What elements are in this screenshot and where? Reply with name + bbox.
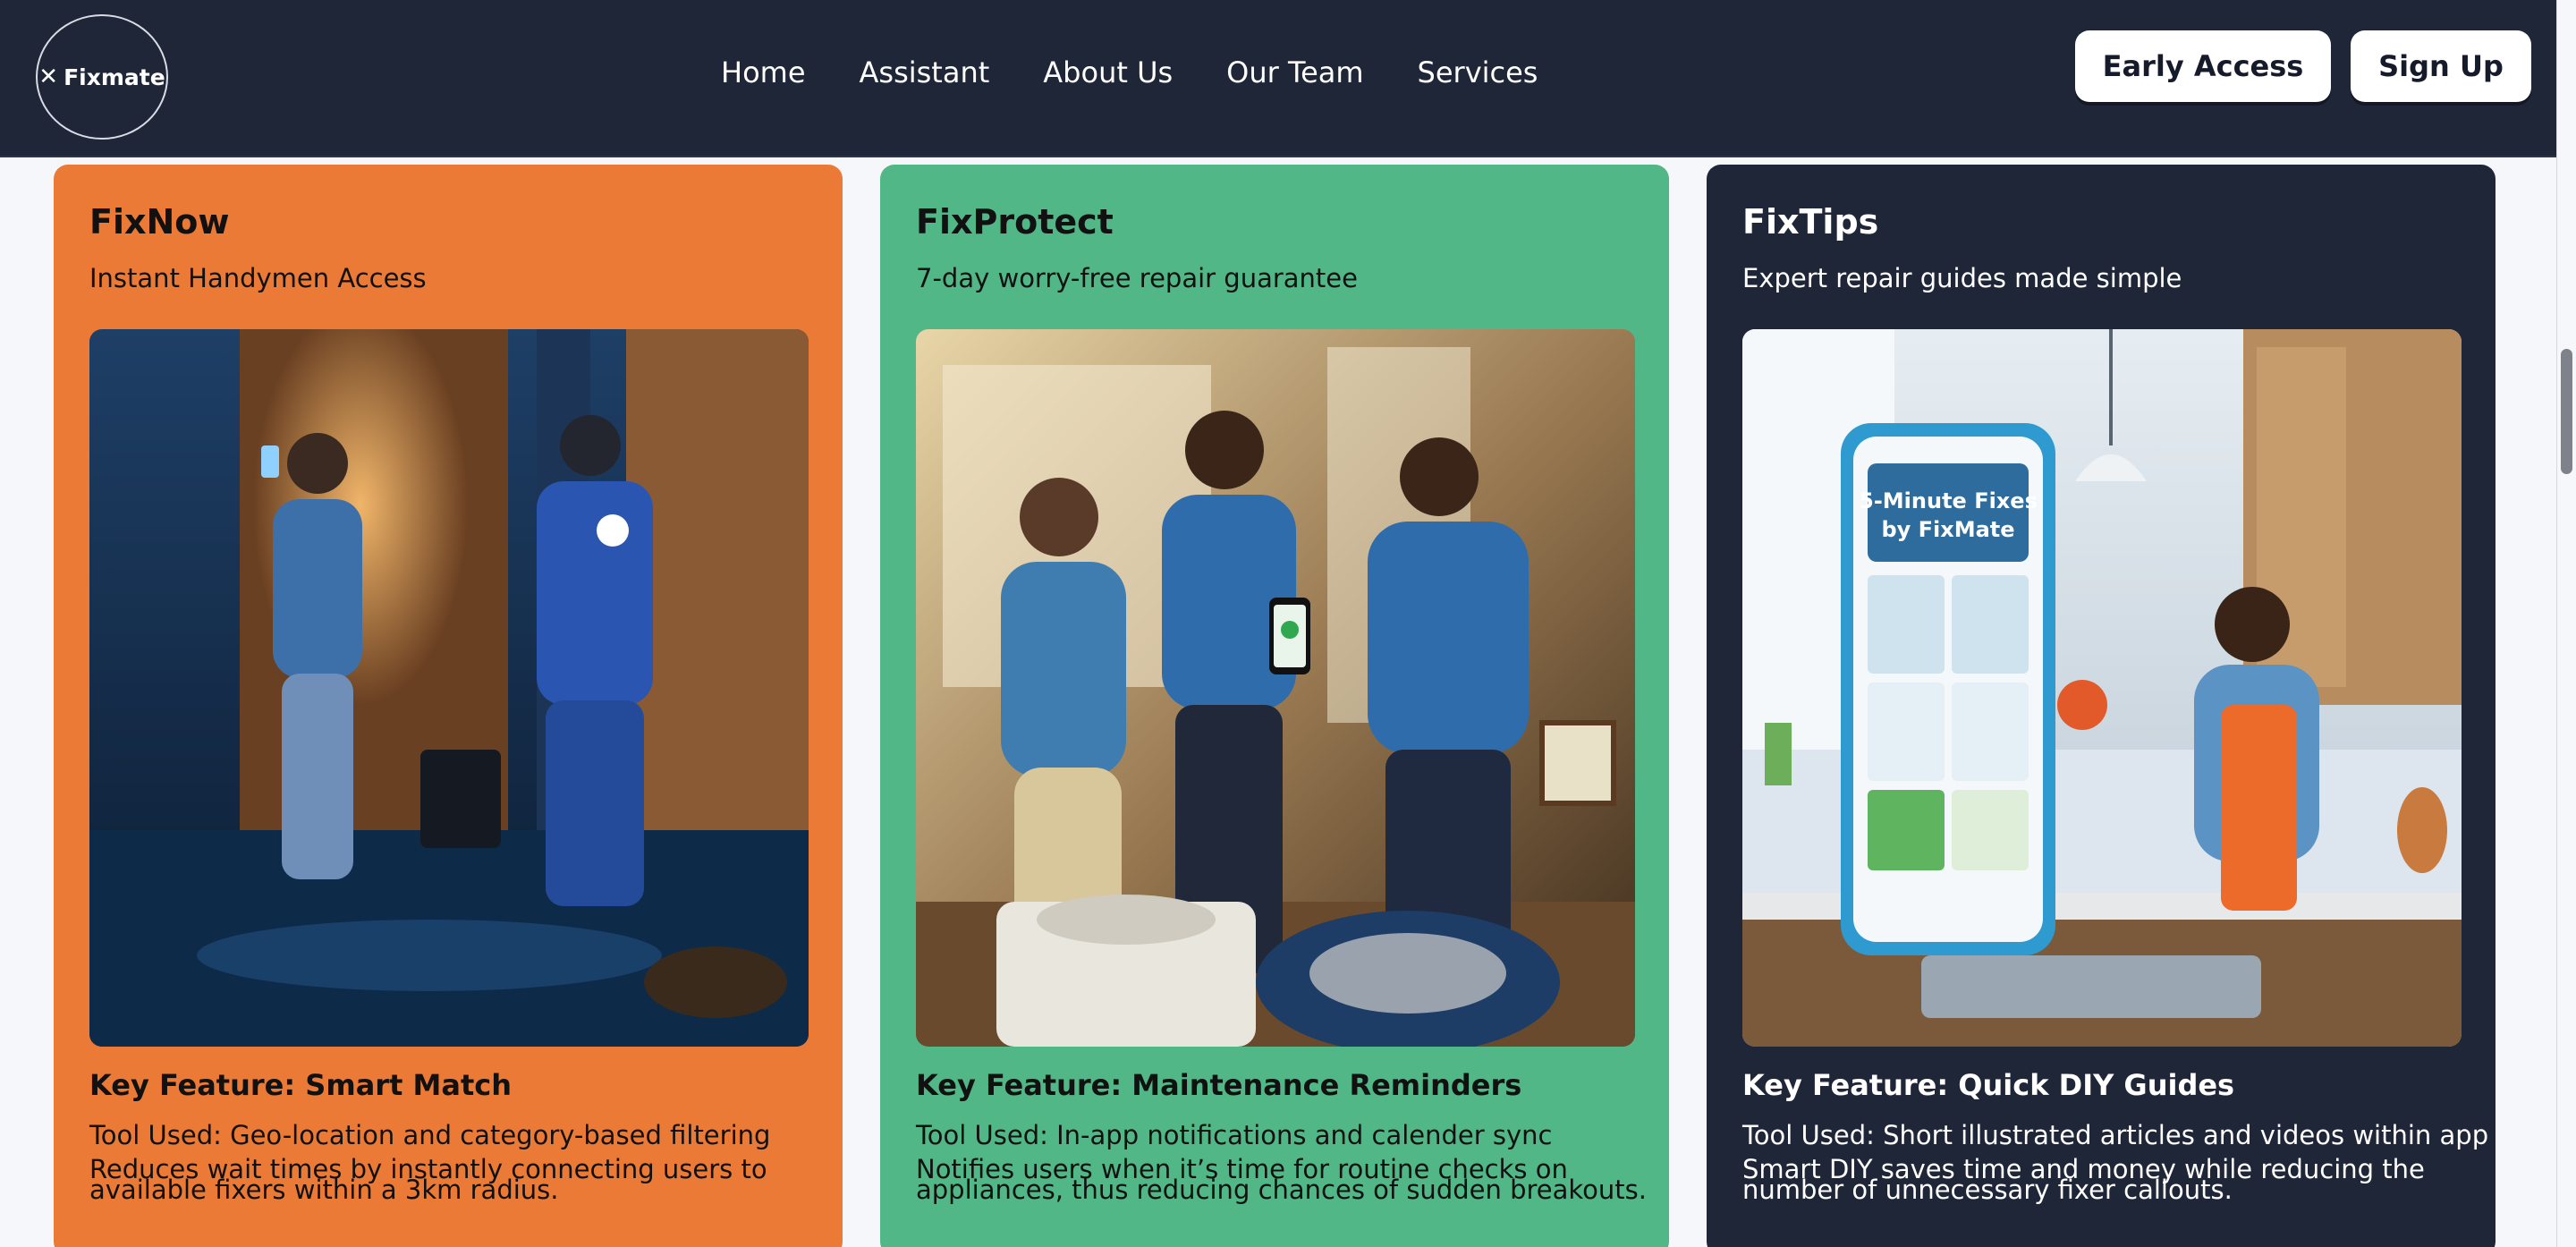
- feature-description: Reduces wait times by instantly connecti…: [89, 1154, 767, 1205]
- feature-description: Notifies users when it’s time for routin…: [916, 1154, 1647, 1205]
- logo-text: Fixmate: [64, 64, 165, 90]
- navbar: ✕ Fixmate Home Assistant About Us Our Te…: [0, 0, 2556, 157]
- feature-title: Key Feature: Maintenance Reminders: [916, 1068, 1522, 1102]
- card-subtitle: Instant Handymen Access: [89, 263, 427, 293]
- nav-assistant-link[interactable]: Assistant: [860, 55, 990, 89]
- svg-text:5-Minute Fixes: 5-Minute Fixes: [1859, 488, 2038, 513]
- page: ✕ Fixmate Home Assistant About Us Our Te…: [0, 0, 2556, 1247]
- nav-services-link[interactable]: Services: [1418, 55, 1538, 89]
- logo[interactable]: ✕ Fixmate: [36, 14, 168, 140]
- card-subtitle: Expert repair guides made simple: [1742, 263, 2182, 293]
- card-title: FixTips: [1742, 202, 1879, 242]
- technician-arriving-flooded-home-photo: [89, 329, 809, 1047]
- card-title: FixNow: [89, 202, 230, 242]
- tool-used-text: Tool Used: Geo-location and category-bas…: [89, 1120, 771, 1150]
- svg-text:by FixMate: by FixMate: [1881, 517, 2014, 542]
- tools-cross-icon: ✕: [38, 64, 59, 90]
- nav-about-us-link[interactable]: About Us: [1043, 55, 1173, 89]
- feature-description: Smart DIY saves time and money while red…: [1742, 1154, 2425, 1205]
- diy-guide-phone-kitchen-photo: 5-Minute Fixes by FixMate: [1742, 329, 2462, 1047]
- fixprotect-card: FixProtect 7-day worry-free repair guara…: [880, 165, 1669, 1247]
- card-title: FixProtect: [916, 202, 1114, 242]
- card-subtitle: 7-day worry-free repair guarantee: [916, 263, 1358, 293]
- scrollbar-thumb[interactable]: [2561, 349, 2572, 474]
- early-access-button[interactable]: Early Access: [2075, 30, 2331, 102]
- technicians-with-elderly-woman-photo: [916, 329, 1635, 1047]
- feature-title: Key Feature: Smart Match: [89, 1068, 512, 1102]
- nav-our-team-link[interactable]: Our Team: [1226, 55, 1363, 89]
- tool-used-text: Tool Used: In-app notifications and cale…: [916, 1120, 1553, 1150]
- feature-title: Key Feature: Quick DIY Guides: [1742, 1068, 2235, 1102]
- fixnow-card: FixNow Instant Handymen Access Key Featu…: [54, 165, 843, 1247]
- sign-up-button[interactable]: Sign Up: [2351, 30, 2531, 102]
- nav-home-link[interactable]: Home: [721, 55, 806, 89]
- main-nav: Home Assistant About Us Our Team Service…: [721, 55, 1538, 89]
- fixtips-card: FixTips Expert repair guides made simple: [1707, 165, 2496, 1247]
- tool-used-text: Tool Used: Short illustrated articles an…: [1742, 1120, 2489, 1150]
- vertical-scrollbar[interactable]: [2556, 0, 2576, 1247]
